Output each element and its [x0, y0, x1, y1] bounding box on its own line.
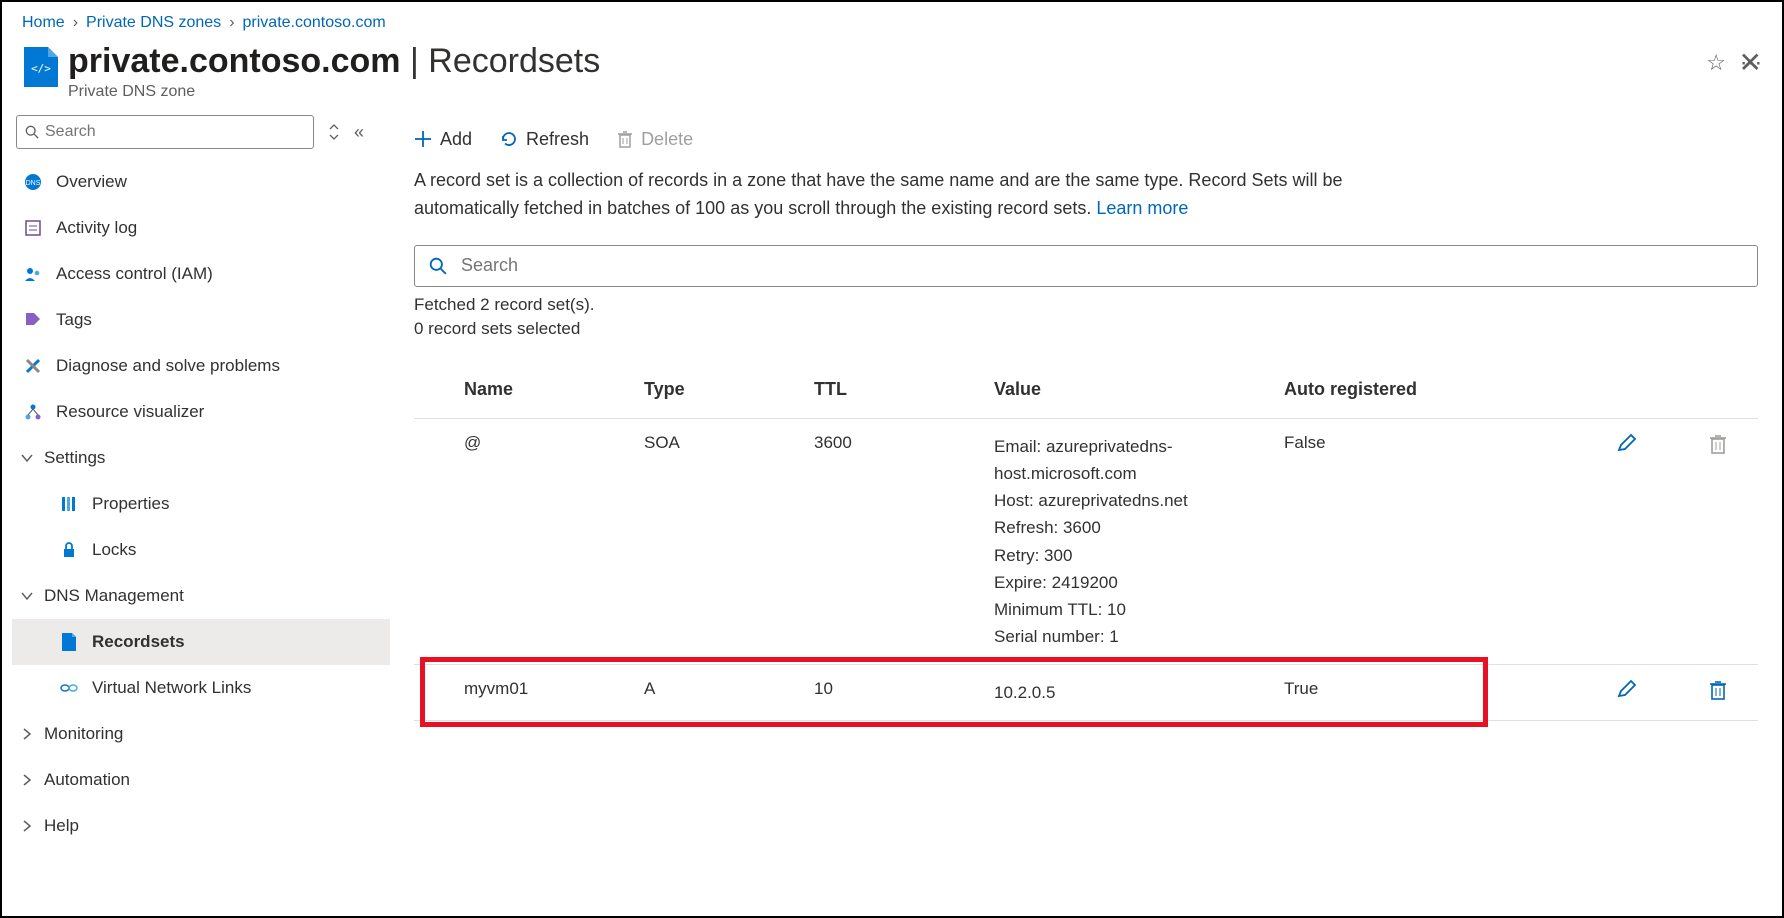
sidebar-group-monitoring[interactable]: Monitoring — [12, 711, 390, 757]
breadcrumb: Home › Private DNS zones › private.conto… — [2, 2, 1782, 36]
trash-icon — [1708, 433, 1728, 455]
chevron-down-icon — [20, 451, 44, 465]
cell-auto: True — [1274, 665, 1484, 721]
chevron-right-icon — [20, 819, 44, 833]
sidebar-group-dns-management[interactable]: DNS Management — [12, 573, 390, 619]
edit-icon[interactable] — [1616, 679, 1638, 701]
trash-icon — [617, 130, 633, 148]
page-header: </> private.contoso.com | Recordsets Pri… — [2, 36, 1782, 111]
collapse-sidebar-icon[interactable]: « — [354, 122, 364, 143]
sidebar-item-properties[interactable]: Properties — [12, 481, 390, 527]
breadcrumb-home[interactable]: Home — [22, 14, 65, 32]
fetched-count: Fetched 2 record set(s). — [414, 295, 1758, 315]
sidebar-item-iam[interactable]: Access control (IAM) — [12, 251, 390, 297]
col-auto[interactable]: Auto registered — [1274, 367, 1484, 419]
cell-value: 10.2.0.5 — [984, 665, 1274, 721]
refresh-icon — [500, 130, 518, 148]
chevron-down-icon — [20, 589, 44, 603]
sidebar-item-activity-log[interactable]: Activity log — [12, 205, 390, 251]
cell-value: Email: azureprivatedns-host.microsoft.co… — [984, 418, 1274, 665]
recordsets-table: Name Type TTL Value Auto registered @SOA… — [414, 367, 1758, 722]
add-button[interactable]: Add — [414, 129, 472, 150]
trash-icon[interactable] — [1708, 679, 1728, 701]
wrench-icon — [20, 356, 46, 376]
chevron-right-icon: › — [73, 14, 78, 32]
main-content: Add Refresh Delete A record set is a col… — [390, 111, 1782, 905]
activity-log-icon — [20, 218, 46, 238]
plus-icon — [414, 130, 432, 148]
sidebar: « DNS Overview Activity log Access contr… — [2, 111, 390, 905]
sidebar-search[interactable] — [16, 115, 314, 149]
file-icon — [56, 632, 82, 652]
sidebar-item-diagnose[interactable]: Diagnose and solve problems — [12, 343, 390, 389]
tag-icon — [20, 310, 46, 330]
cell-name: @ — [454, 418, 634, 665]
sidebar-item-locks[interactable]: Locks — [12, 527, 390, 573]
sidebar-group-settings[interactable]: Settings — [12, 435, 390, 481]
favorite-star-icon[interactable]: ☆ — [1706, 50, 1726, 76]
page-subtitle: Private DNS zone — [68, 83, 1700, 101]
globe-icon: DNS — [20, 172, 46, 192]
refresh-button[interactable]: Refresh — [500, 129, 589, 150]
toolbar: Add Refresh Delete — [414, 111, 1758, 167]
page-title: private.contoso.com | Recordsets — [68, 42, 1700, 81]
cell-type: SOA — [634, 418, 804, 665]
sidebar-search-input[interactable] — [45, 123, 305, 141]
cell-auto: False — [1274, 418, 1484, 665]
cell-ttl: 3600 — [804, 418, 984, 665]
sidebar-item-tags[interactable]: Tags — [12, 297, 390, 343]
breadcrumb-zones[interactable]: Private DNS zones — [86, 14, 221, 32]
dns-zone-icon: </> — [22, 48, 60, 86]
col-type[interactable]: Type — [634, 367, 804, 419]
people-icon — [20, 264, 46, 284]
breadcrumb-zone[interactable]: private.contoso.com — [243, 14, 386, 32]
records-search[interactable] — [414, 245, 1758, 287]
chevron-right-icon — [20, 773, 44, 787]
chevron-right-icon — [20, 727, 44, 741]
expand-updown-icon[interactable] — [328, 123, 340, 141]
table-row[interactable]: myvm01A1010.2.0.5True — [414, 665, 1758, 721]
description-text: A record set is a collection of records … — [414, 167, 1414, 223]
cell-name: myvm01 — [454, 665, 634, 721]
hierarchy-icon — [20, 402, 46, 422]
learn-more-link[interactable]: Learn more — [1096, 198, 1188, 218]
sidebar-item-recordsets[interactable]: Recordsets — [12, 619, 390, 665]
link-icon — [56, 681, 82, 695]
col-value[interactable]: Value — [984, 367, 1274, 419]
selected-count: 0 record sets selected — [414, 319, 1758, 339]
col-name[interactable]: Name — [454, 367, 634, 419]
records-search-input[interactable] — [461, 255, 1743, 276]
cell-ttl: 10 — [804, 665, 984, 721]
table-row[interactable]: @SOA3600Email: azureprivatedns-host.micr… — [414, 418, 1758, 665]
sidebar-group-help[interactable]: Help — [12, 803, 390, 849]
edit-icon[interactable] — [1616, 433, 1638, 455]
chevron-right-icon: › — [229, 14, 234, 32]
sidebar-item-vnet-links[interactable]: Virtual Network Links — [12, 665, 390, 711]
svg-text:DNS: DNS — [26, 180, 41, 187]
sidebar-item-overview[interactable]: DNS Overview — [12, 159, 390, 205]
search-icon — [429, 257, 447, 275]
sidebar-group-automation[interactable]: Automation — [12, 757, 390, 803]
properties-icon — [56, 495, 82, 513]
svg-text:</>: </> — [31, 62, 51, 75]
cell-type: A — [634, 665, 804, 721]
sidebar-item-resource-visualizer[interactable]: Resource visualizer — [12, 389, 390, 435]
close-button[interactable]: ✕ — [1739, 46, 1762, 79]
col-ttl[interactable]: TTL — [804, 367, 984, 419]
search-icon — [25, 125, 39, 139]
lock-icon — [56, 541, 82, 559]
delete-button: Delete — [617, 129, 693, 150]
